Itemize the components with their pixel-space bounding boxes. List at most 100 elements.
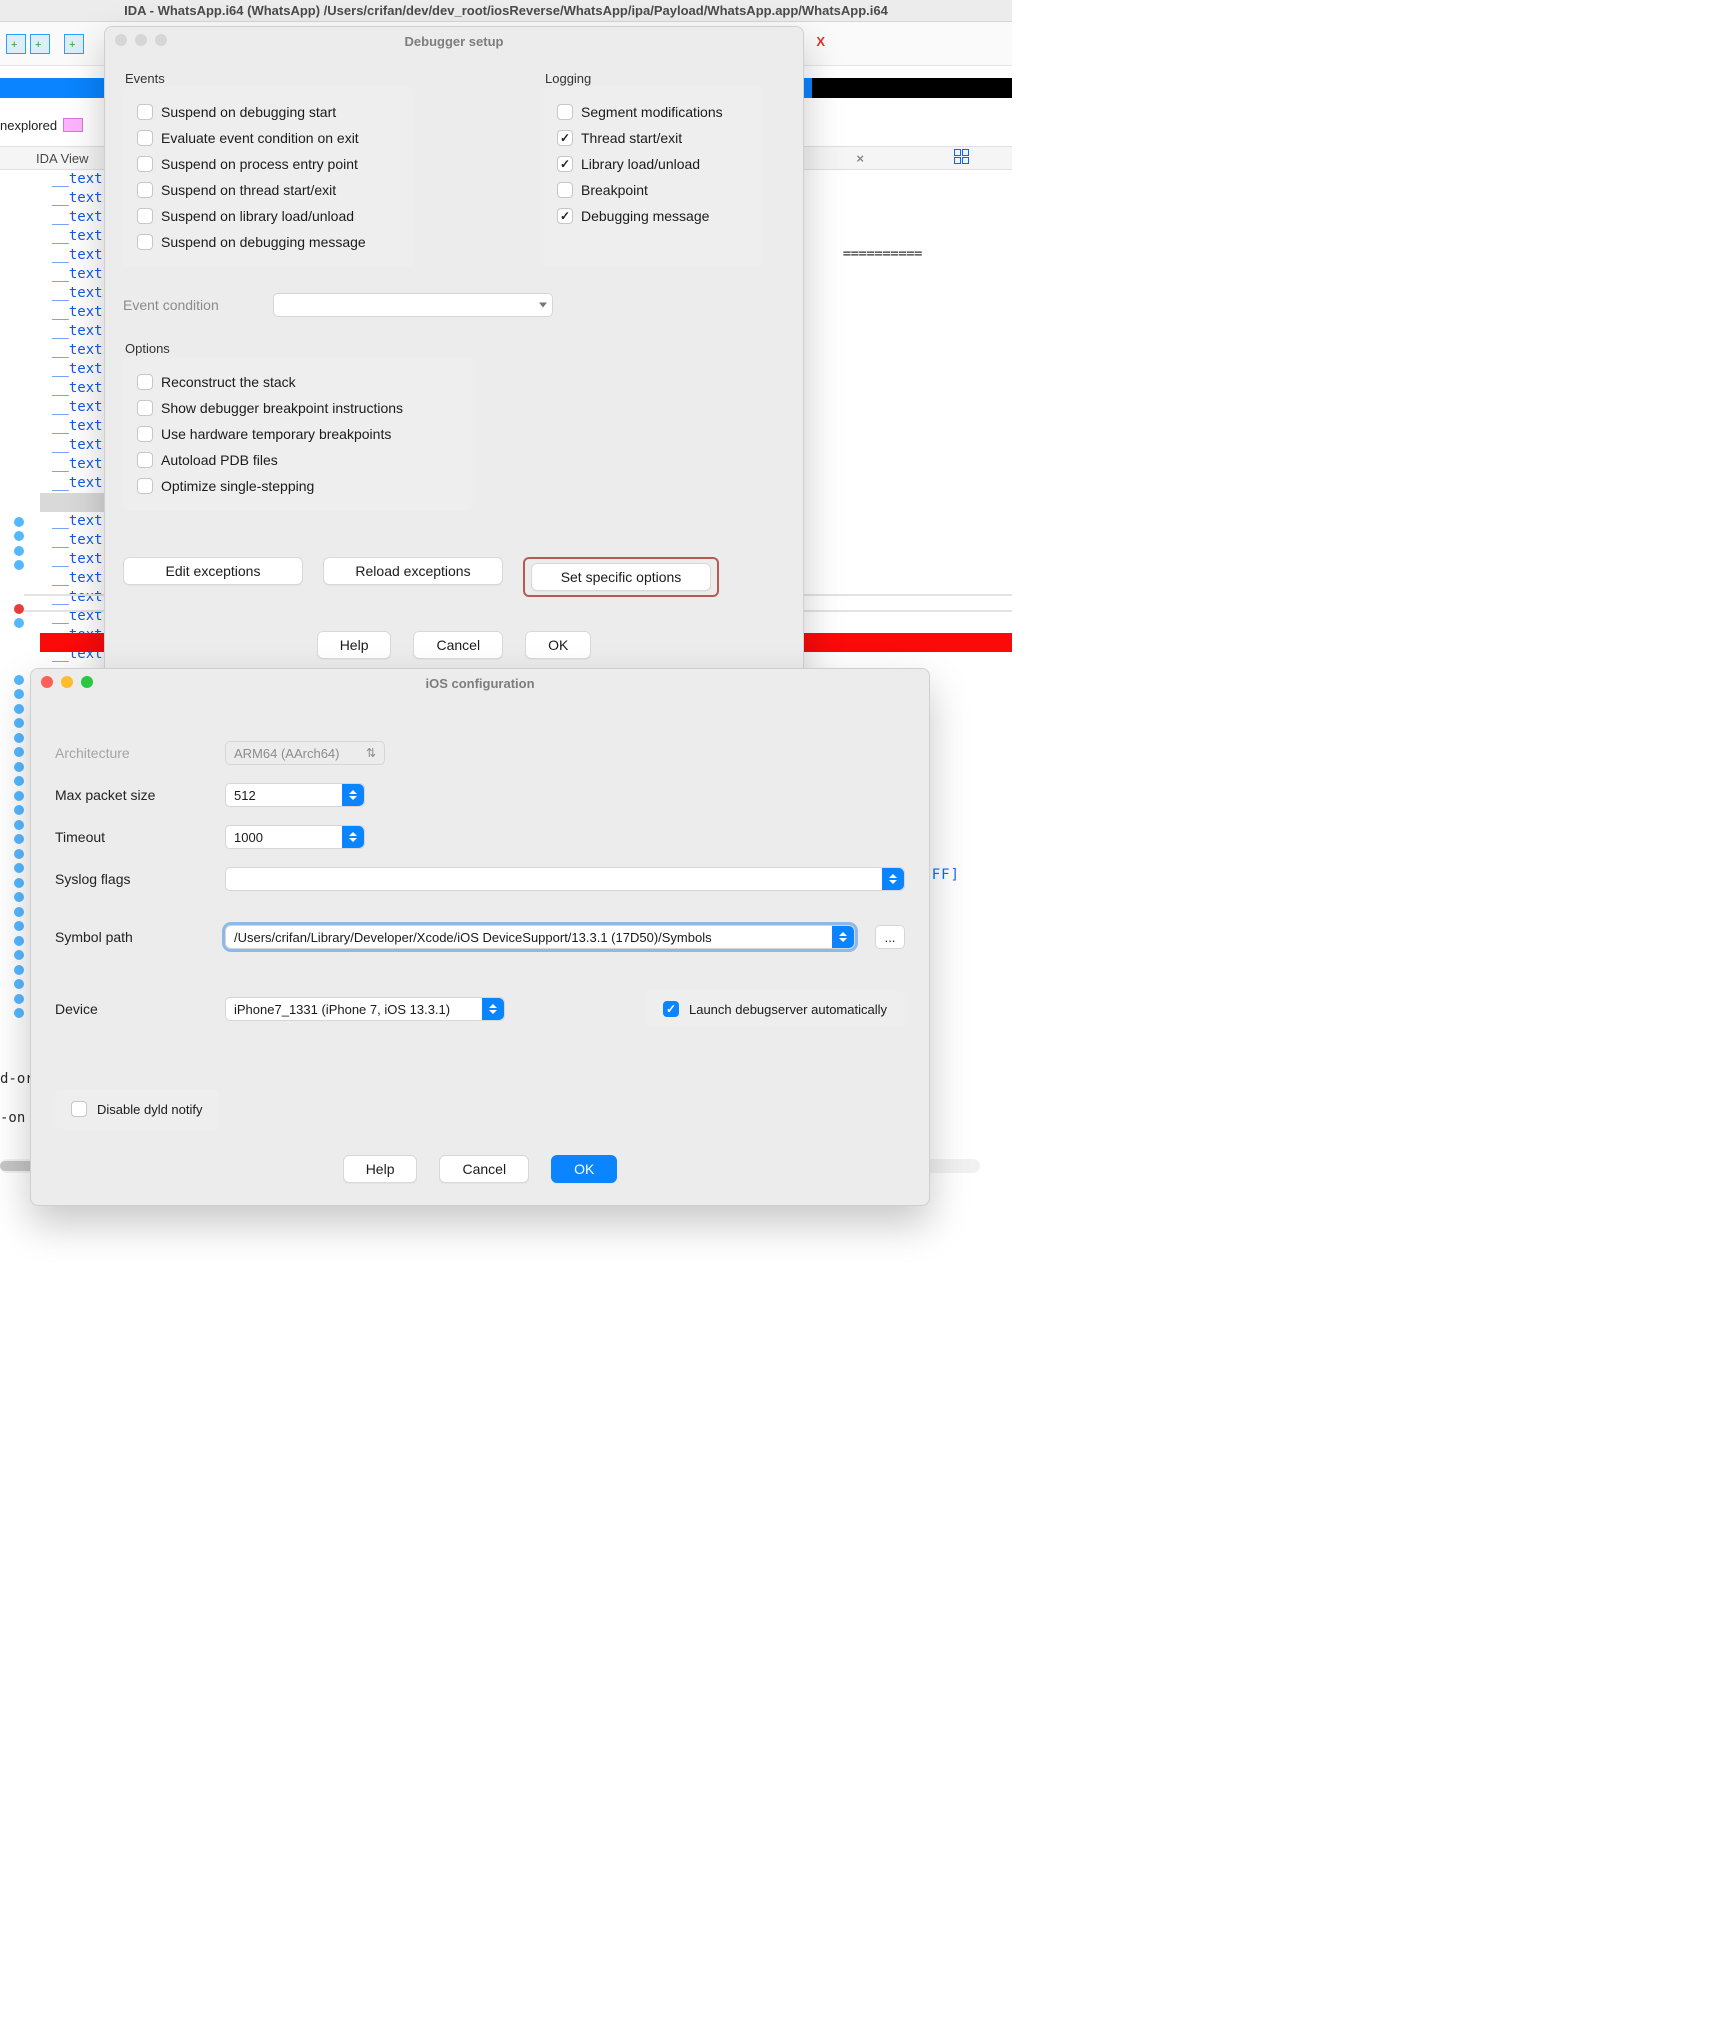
architecture-select: ARM64 (AArch64) — [225, 741, 385, 765]
reload-exceptions-button[interactable]: Reload exceptions — [323, 557, 503, 585]
disasm-line[interactable]: __text — [52, 398, 103, 417]
disable-dyld-checkbox[interactable] — [71, 1101, 87, 1117]
checkbox[interactable] — [557, 130, 573, 146]
ok-button[interactable]: OK — [551, 1155, 617, 1183]
tab-ida-view[interactable]: IDA View — [36, 151, 89, 166]
event-condition-label: Event condition — [123, 297, 253, 313]
checkbox[interactable] — [557, 208, 573, 224]
disasm-line[interactable]: __text — [52, 322, 103, 341]
disasm-line[interactable]: __text — [52, 455, 103, 474]
input-value: 512 — [234, 788, 256, 803]
checkbox[interactable] — [137, 426, 153, 442]
launch-debugserver-checkbox[interactable] — [663, 1001, 679, 1017]
code-fragment: d-or — [0, 1071, 34, 1087]
checkbox-label: Use hardware temporary breakpoints — [161, 426, 391, 442]
disasm-line[interactable]: __text — [52, 341, 103, 360]
checkbox-label: Library load/unload — [581, 156, 700, 172]
checkbox-row: Suspend on library load/unload — [137, 203, 397, 229]
edit-exceptions-button[interactable]: Edit exceptions — [123, 557, 303, 585]
checkbox[interactable] — [137, 130, 153, 146]
checkbox-row: Autoload PDB files — [137, 447, 457, 473]
event-condition-select[interactable] — [273, 293, 553, 317]
disasm-line[interactable]: __text — [52, 208, 103, 227]
disable-dyld-group: Disable dyld notify — [55, 1089, 219, 1129]
close-icon[interactable]: X — [816, 34, 822, 49]
dropdown-icon[interactable] — [832, 926, 854, 948]
checkbox-row: Thread start/exit — [557, 125, 747, 151]
checkbox-label: Thread start/exit — [581, 130, 682, 146]
disasm-line[interactable]: __text — [52, 531, 103, 550]
checkbox-row: Show debugger breakpoint instructions — [137, 395, 457, 421]
disasm-line[interactable]: __text — [52, 189, 103, 208]
dropdown-icon[interactable] — [482, 998, 504, 1020]
disasm-line[interactable]: __text — [52, 265, 103, 284]
code-separator: ========== — [843, 246, 922, 262]
launch-debugserver-label: Launch debugserver automatically — [689, 1002, 887, 1017]
disasm-line[interactable]: __text — [52, 246, 103, 265]
checkbox[interactable] — [137, 182, 153, 198]
architecture-label: Architecture — [55, 745, 205, 761]
syslog-flags-label: Syslog flags — [55, 871, 205, 887]
cancel-button[interactable]: Cancel — [413, 631, 503, 659]
checkbox-label: Show debugger breakpoint instructions — [161, 400, 403, 416]
device-select[interactable]: iPhone7_1331 (iPhone 7, iOS 13.3.1) — [225, 997, 505, 1021]
checkbox[interactable] — [137, 374, 153, 390]
disasm-line[interactable]: __text — [52, 360, 103, 379]
checkbox[interactable] — [137, 234, 153, 250]
dropdown-icon[interactable] — [882, 868, 904, 890]
checkbox[interactable] — [557, 182, 573, 198]
browse-button[interactable]: ... — [875, 925, 905, 949]
stepper-icon[interactable] — [342, 826, 364, 848]
options-group: Options Reconstruct the stackShow debugg… — [123, 357, 473, 511]
stepper-icon[interactable] — [342, 784, 364, 806]
tab-close-icon[interactable]: × — [856, 151, 864, 166]
syslog-flags-input[interactable] — [225, 867, 905, 891]
symbol-path-input[interactable]: /Users/crifan/Library/Developer/Xcode/iO… — [225, 925, 855, 949]
disasm-line[interactable]: __text — [52, 436, 103, 455]
disasm-line[interactable]: __text — [52, 474, 103, 493]
toolbar-icon[interactable]: + — [64, 34, 84, 54]
ok-button[interactable]: OK — [525, 631, 591, 659]
disasm-line[interactable]: __text — [52, 379, 103, 398]
checkbox-row: Suspend on debugging start — [137, 99, 397, 125]
checkbox-row: Breakpoint — [557, 177, 747, 203]
disasm-line[interactable]: __text — [52, 284, 103, 303]
disasm-line[interactable]: __text — [52, 227, 103, 246]
checkbox[interactable] — [137, 208, 153, 224]
checkbox-row: Debugging message — [557, 203, 747, 229]
cancel-button[interactable]: Cancel — [439, 1155, 529, 1183]
checkbox-row: Library load/unload — [557, 151, 747, 177]
set-specific-options-button[interactable]: Set specific options — [531, 563, 711, 591]
disasm-line[interactable]: __text — [52, 170, 103, 189]
disasm-line[interactable]: __text — [52, 512, 103, 531]
checkbox[interactable] — [137, 478, 153, 494]
disasm-line[interactable]: __text — [52, 550, 103, 569]
disasm-line[interactable]: __text — [52, 303, 103, 322]
logging-group: Logging Segment modificationsThread star… — [543, 87, 763, 267]
window-traffic-lights[interactable] — [115, 34, 167, 46]
disasm-line[interactable]: __text — [52, 417, 103, 436]
max-packet-size-input[interactable]: 512 — [225, 783, 365, 807]
window-traffic-lights[interactable] — [41, 676, 93, 688]
toolbar-icon[interactable]: + — [30, 34, 50, 54]
checkbox[interactable] — [137, 452, 153, 468]
disasm-line[interactable]: __text — [52, 588, 103, 607]
disasm-line[interactable]: __text — [52, 569, 103, 588]
timeout-input[interactable]: 1000 — [225, 825, 365, 849]
input-value: /Users/crifan/Library/Developer/Xcode/iO… — [234, 930, 712, 945]
checkbox[interactable] — [557, 104, 573, 120]
help-button[interactable]: Help — [343, 1155, 418, 1183]
input-value: iPhone7_1331 (iPhone 7, iOS 13.3.1) — [234, 1002, 450, 1017]
help-button[interactable]: Help — [317, 631, 392, 659]
checkbox-label: Suspend on thread start/exit — [161, 182, 336, 198]
checkbox-label: Suspend on debugging message — [161, 234, 366, 250]
launch-debugserver-group: Launch debugserver automatically — [645, 991, 905, 1027]
ios-configuration-dialog: iOS configuration Architecture ARM64 (AA… — [30, 668, 930, 1206]
checkbox-label: Optimize single-stepping — [161, 478, 314, 494]
panel-layout-icon[interactable] — [954, 149, 972, 167]
checkbox[interactable] — [137, 104, 153, 120]
checkbox[interactable] — [137, 156, 153, 172]
toolbar-icon[interactable]: + — [6, 34, 26, 54]
checkbox[interactable] — [557, 156, 573, 172]
checkbox[interactable] — [137, 400, 153, 416]
